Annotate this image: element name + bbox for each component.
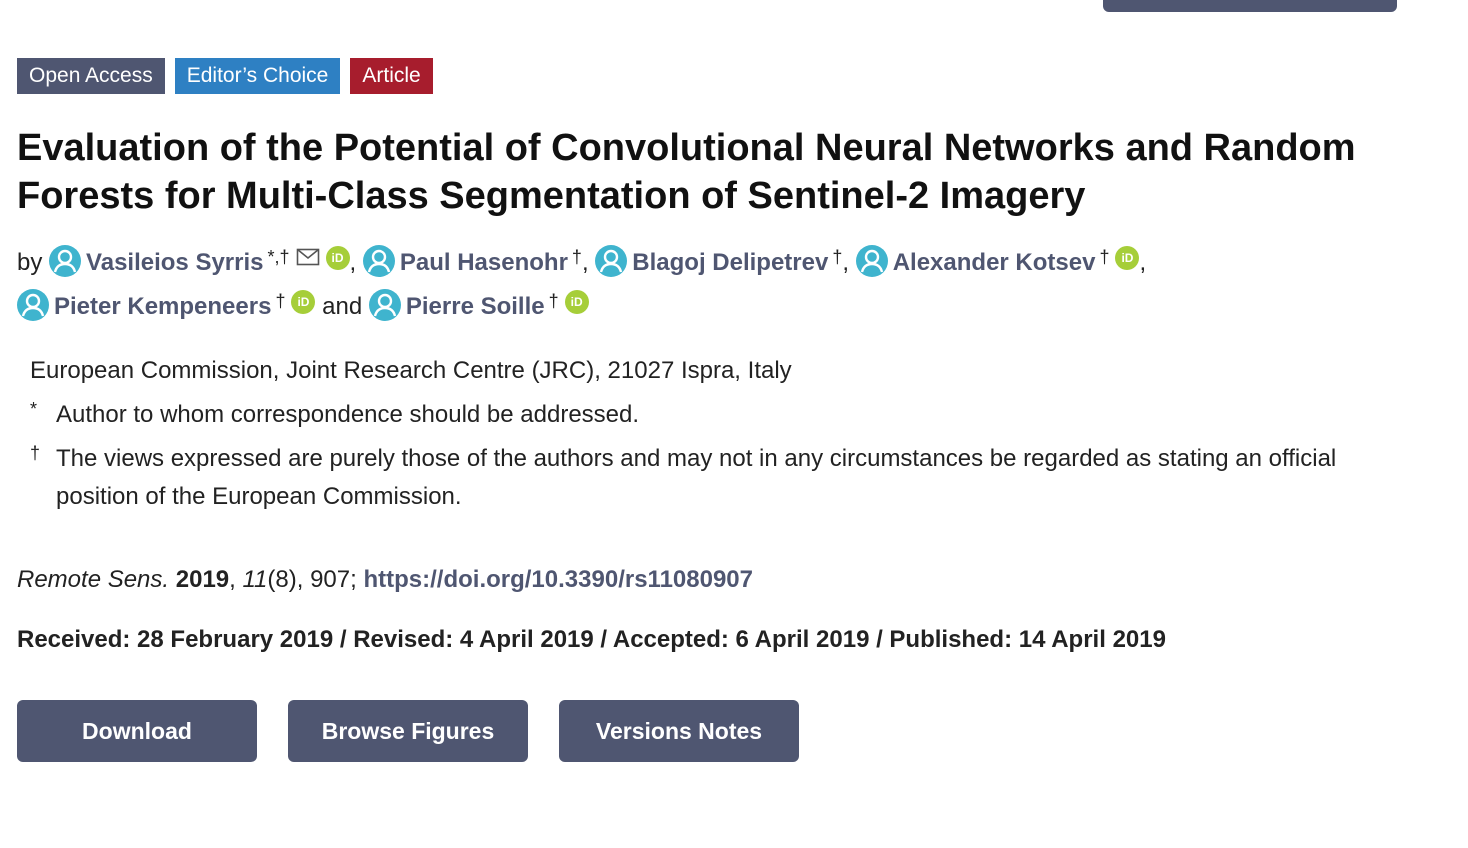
author-soille: Pierre Soille † iD bbox=[368, 289, 589, 321]
author-affiliation-marks: † bbox=[548, 291, 559, 311]
editors-choice-badge[interactable]: Editor’s Choice bbox=[174, 58, 341, 94]
orcid-icon[interactable]: iD bbox=[291, 290, 316, 314]
author-syrris: Vasileios Syrris *,† iD, bbox=[49, 245, 363, 277]
author-kotsev: Alexander Kotsev † iD, bbox=[855, 245, 1146, 277]
note-text: Author to whom correspondence should be … bbox=[56, 401, 640, 428]
citation: Remote Sens. 2019, 11(8), 907; https://d… bbox=[17, 566, 753, 593]
note-mark: † bbox=[30, 443, 41, 463]
versions-notes-button[interactable]: Versions Notes bbox=[559, 700, 799, 762]
orcid-icon[interactable]: iD bbox=[564, 290, 589, 314]
citation-issue-pages: (8), 907; bbox=[267, 566, 357, 593]
author-name-link[interactable]: Paul Hasenohr bbox=[400, 249, 568, 276]
note-mark: * bbox=[30, 399, 38, 419]
top-menu-button-partial[interactable] bbox=[1103, 0, 1397, 12]
author-affiliation-marks: † bbox=[1099, 247, 1110, 267]
author-name-link[interactable]: Pieter Kempeneers bbox=[54, 293, 271, 320]
correspondence-note: * Author to whom correspondence should b… bbox=[30, 396, 1390, 434]
orcid-icon[interactable]: iD bbox=[325, 246, 350, 270]
user-icon bbox=[362, 245, 395, 277]
author-name-link[interactable]: Vasileios Syrris bbox=[86, 249, 263, 276]
citation-volume: 11 bbox=[242, 566, 268, 593]
author-name-link[interactable]: Alexander Kotsev bbox=[893, 249, 1096, 276]
open-access-badge[interactable]: Open Access bbox=[17, 58, 165, 94]
article-type-badge: Article bbox=[350, 58, 433, 94]
author-name-link[interactable]: Pierre Soille bbox=[406, 293, 545, 320]
user-icon bbox=[595, 245, 628, 277]
article-title: Evaluation of the Potential of Convoluti… bbox=[17, 127, 1356, 217]
and-label: and bbox=[322, 293, 363, 320]
note-text: The views expressed are purely those of … bbox=[56, 445, 1337, 510]
institution: European Commission, Joint Research Cent… bbox=[30, 357, 792, 384]
user-icon bbox=[49, 245, 82, 277]
author-kempeneers: Pieter Kempeneers † iD bbox=[17, 289, 322, 321]
journal-name: Remote Sens. bbox=[17, 566, 170, 593]
by-label: by bbox=[17, 249, 43, 276]
envelope-icon[interactable] bbox=[296, 240, 320, 278]
author-affiliation-marks: † bbox=[832, 247, 843, 267]
author-name-link[interactable]: Blagoj Delipetrev bbox=[632, 249, 828, 276]
article-tags: Open Access Editor’s Choice Article bbox=[17, 58, 433, 94]
affiliations: European Commission, Joint Research Cent… bbox=[30, 352, 1390, 516]
publication-dates: Received: 28 February 2019 / Revised: 4 … bbox=[17, 626, 1166, 653]
author-affiliation-marks: † bbox=[275, 291, 286, 311]
author-affiliation-marks: † bbox=[571, 247, 582, 267]
orcid-icon[interactable]: iD bbox=[1115, 246, 1140, 270]
author-hasenohr: Paul Hasenohr †, bbox=[362, 245, 595, 277]
citation-year: 2019 bbox=[175, 566, 230, 593]
doi-link[interactable]: https://doi.org/10.3390/rs11080907 bbox=[363, 566, 753, 593]
user-icon bbox=[17, 289, 49, 321]
user-icon bbox=[368, 289, 401, 321]
browse-figures-button[interactable]: Browse Figures bbox=[288, 700, 528, 762]
author-list: by Vasileios Syrris *,† iD, Paul Hasenohr †… bbox=[17, 238, 1437, 326]
disclaimer-note: † The views expressed are purely those o… bbox=[30, 440, 1390, 516]
article-actions: Download Browse Figures Versions Notes bbox=[17, 700, 799, 762]
author-affiliation-marks: *,† bbox=[267, 247, 290, 267]
author-delipetrev: Blagoj Delipetrev †, bbox=[595, 245, 855, 277]
user-icon bbox=[855, 245, 888, 277]
download-button[interactable]: Download bbox=[17, 700, 257, 762]
